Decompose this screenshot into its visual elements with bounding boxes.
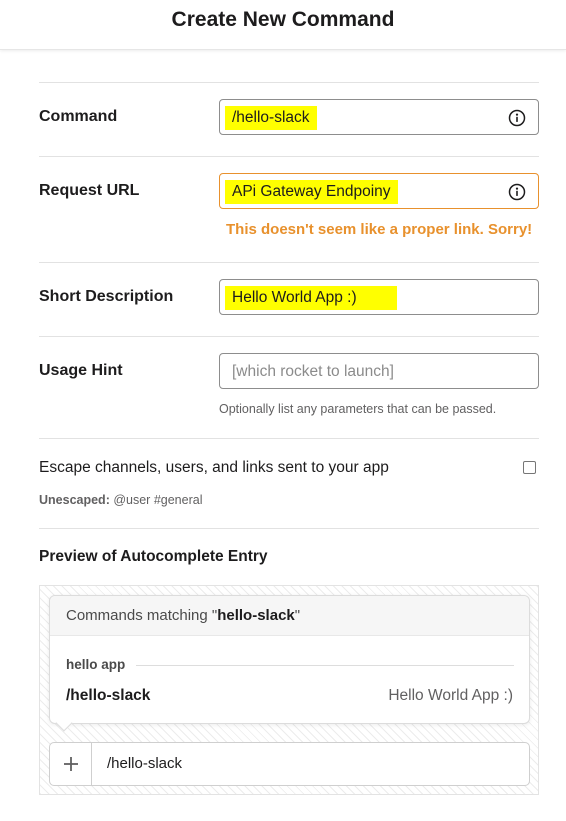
app-name: hello app bbox=[66, 657, 126, 672]
message-input-text: /hello-slack bbox=[107, 755, 183, 772]
command-input-value: /hello-slack bbox=[225, 106, 317, 130]
divider bbox=[39, 82, 539, 83]
command-input[interactable]: /hello-slack bbox=[219, 99, 539, 135]
info-icon[interactable] bbox=[508, 183, 526, 201]
usage-hint-input[interactable]: [which rocket to launch] bbox=[219, 353, 539, 389]
usage-hint-help: Optionally list any parameters that can … bbox=[219, 402, 497, 416]
divider bbox=[39, 528, 539, 529]
request-url-error: This doesn't seem like a proper link. So… bbox=[226, 221, 533, 238]
short-description-input-value: Hello World App :) bbox=[225, 286, 397, 310]
divider bbox=[39, 336, 539, 337]
divider bbox=[39, 156, 539, 157]
info-icon[interactable] bbox=[508, 109, 526, 127]
divider bbox=[39, 438, 539, 439]
matching-term: hello-slack bbox=[217, 607, 295, 624]
matching-prefix: Commands matching " bbox=[66, 607, 218, 624]
divider bbox=[136, 665, 514, 666]
autocomplete-command[interactable]: /hello-slack bbox=[66, 687, 150, 705]
preview-title: Preview of Autocomplete Entry bbox=[39, 548, 268, 565]
matching-suffix: " bbox=[294, 607, 301, 624]
autocomplete-description: Hello World App :) bbox=[388, 687, 513, 704]
command-label: Command bbox=[39, 108, 118, 125]
divider bbox=[39, 262, 539, 263]
escape-checkbox[interactable] bbox=[523, 461, 536, 474]
unescaped-note: Unescaped: @user #general bbox=[39, 493, 202, 507]
autocomplete-preview: Commands matching "hello-slack" hello ap… bbox=[39, 585, 539, 795]
request-url-label: Request URL bbox=[39, 182, 140, 199]
autocomplete-header: Commands matching "hello-slack" bbox=[50, 596, 529, 636]
request-url-input[interactable]: APi Gateway Endpoiny bbox=[219, 173, 539, 209]
unescaped-label: Unescaped: bbox=[39, 493, 110, 507]
page-header: Create New Command bbox=[0, 0, 566, 50]
autocomplete-popup: Commands matching "hello-slack" hello ap… bbox=[49, 595, 530, 724]
short-description-input[interactable]: Hello World App :) bbox=[219, 279, 539, 315]
unescaped-example: @user #general bbox=[113, 493, 203, 507]
short-description-label: Short Description bbox=[39, 288, 174, 305]
usage-hint-label: Usage Hint bbox=[39, 362, 123, 379]
usage-hint-placeholder: [which rocket to launch] bbox=[232, 363, 394, 380]
page-title: Create New Command bbox=[171, 8, 395, 31]
message-input[interactable]: /hello-slack bbox=[49, 742, 530, 786]
request-url-input-value: APi Gateway Endpoiny bbox=[225, 180, 398, 204]
escape-label: Escape channels, users, and links sent t… bbox=[39, 459, 389, 476]
plus-icon bbox=[64, 757, 78, 771]
plus-button[interactable] bbox=[50, 743, 92, 785]
